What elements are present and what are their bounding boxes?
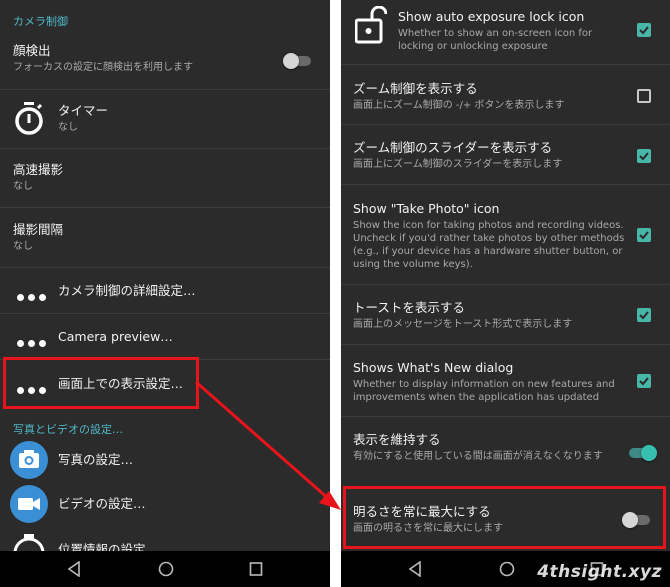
watermark: 4thsight.xyz bbox=[537, 562, 662, 582]
annotation-arrow bbox=[195, 380, 341, 510]
